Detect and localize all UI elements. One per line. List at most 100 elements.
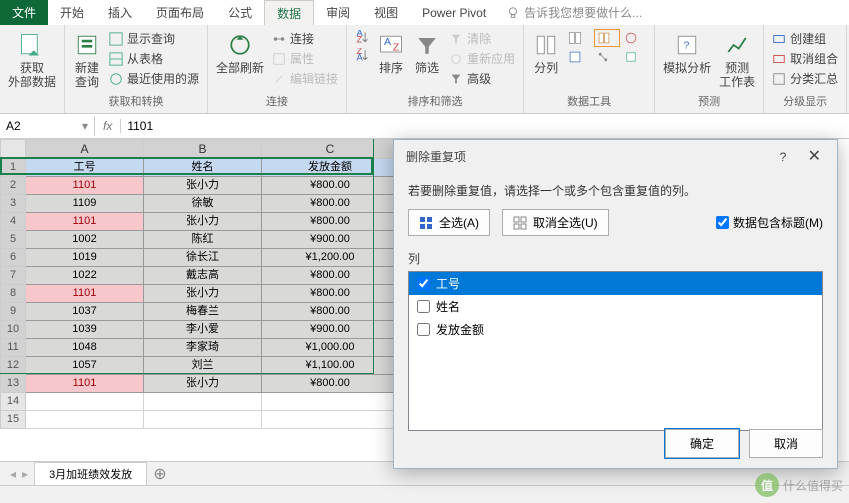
row-header[interactable]: 9: [0, 303, 26, 321]
tab-file[interactable]: 文件: [0, 0, 48, 25]
cell[interactable]: [26, 393, 144, 411]
name-box[interactable]: A2▾: [0, 116, 95, 136]
cell[interactable]: ¥900.00: [262, 321, 399, 339]
new-query-button[interactable]: 新建 查询: [71, 29, 103, 92]
data-validation-button[interactable]: [622, 29, 648, 47]
row-header[interactable]: 5: [0, 231, 26, 249]
whatif-button[interactable]: ?模拟分析: [661, 29, 713, 77]
from-table-button[interactable]: 从表格: [107, 49, 201, 68]
cell[interactable]: ¥1,200.00: [262, 249, 399, 267]
cell[interactable]: 李小爱: [144, 321, 262, 339]
edit-links-button[interactable]: 编辑链接: [270, 69, 340, 88]
row-header[interactable]: 12: [0, 357, 26, 375]
cell[interactable]: 1101: [26, 285, 144, 303]
select-all-corner[interactable]: [0, 139, 26, 159]
reapply-button[interactable]: 重新应用: [447, 49, 517, 68]
cell[interactable]: [262, 393, 399, 411]
header-cell[interactable]: 发放金额: [262, 159, 399, 177]
has-headers-checkbox[interactable]: 数据包含标题(M): [716, 214, 823, 231]
cell[interactable]: ¥900.00: [262, 231, 399, 249]
row-header[interactable]: 13: [0, 375, 26, 393]
new-sheet-icon[interactable]: ⊕: [153, 464, 166, 484]
sort-button[interactable]: AZ排序: [375, 29, 407, 77]
cell[interactable]: ¥800.00: [262, 267, 399, 285]
refresh-all-button[interactable]: 全部刷新: [214, 29, 266, 77]
cell[interactable]: ¥800.00: [262, 285, 399, 303]
unselect-all-button[interactable]: 取消全选(U): [502, 209, 609, 236]
cell[interactable]: 1039: [26, 321, 144, 339]
ungroup-button[interactable]: 取消组合: [770, 49, 840, 68]
cell[interactable]: 陈红: [144, 231, 262, 249]
row-header[interactable]: 4: [0, 213, 26, 231]
cell[interactable]: 张小力: [144, 375, 262, 393]
sort-asc-button[interactable]: AZ: [353, 29, 371, 45]
cell[interactable]: 戴志高: [144, 267, 262, 285]
cell[interactable]: ¥800.00: [262, 177, 399, 195]
column-header[interactable]: C: [262, 139, 399, 159]
row-header[interactable]: 3: [0, 195, 26, 213]
cell[interactable]: 1048: [26, 339, 144, 357]
tab-view[interactable]: 视图: [362, 0, 410, 25]
tab-prev-icon[interactable]: ◂: [10, 467, 16, 481]
tell-me[interactable]: 告诉我您想要做什么...: [506, 0, 642, 25]
cell[interactable]: 1019: [26, 249, 144, 267]
cell[interactable]: 李家琦: [144, 339, 262, 357]
cell[interactable]: 张小力: [144, 285, 262, 303]
tab-insert[interactable]: 插入: [96, 0, 144, 25]
row-header[interactable]: 8: [0, 285, 26, 303]
row-header[interactable]: 1: [0, 159, 26, 177]
text-to-columns-button[interactable]: 分列: [530, 29, 562, 77]
sort-desc-button[interactable]: ZA: [353, 47, 371, 63]
cell[interactable]: 张小力: [144, 177, 262, 195]
cell[interactable]: 1101: [26, 375, 144, 393]
consolidate-button[interactable]: [566, 49, 592, 65]
tab-powerpivot[interactable]: Power Pivot: [410, 0, 498, 25]
forecast-button[interactable]: 预测 工作表: [717, 29, 757, 92]
list-item[interactable]: 发放金额: [409, 318, 822, 341]
row-header[interactable]: 14: [0, 393, 26, 411]
column-header[interactable]: A: [26, 139, 144, 159]
cell[interactable]: ¥800.00: [262, 375, 399, 393]
get-external-data-button[interactable]: 获取 外部数据: [6, 29, 58, 92]
cell[interactable]: 1037: [26, 303, 144, 321]
recent-sources-button[interactable]: 最近使用的源: [107, 69, 201, 88]
sheet-tab[interactable]: 3月加班绩效发放: [34, 462, 147, 485]
cell[interactable]: [144, 393, 262, 411]
row-header[interactable]: 6: [0, 249, 26, 267]
row-header[interactable]: 2: [0, 177, 26, 195]
cancel-button[interactable]: 取消: [749, 429, 823, 458]
formula-input[interactable]: [121, 116, 849, 136]
cell[interactable]: [262, 411, 399, 429]
cell[interactable]: 徐长江: [144, 249, 262, 267]
help-icon[interactable]: ?: [770, 146, 797, 168]
cell[interactable]: 1101: [26, 177, 144, 195]
tab-layout[interactable]: 页面布局: [144, 0, 216, 25]
tab-formula[interactable]: 公式: [216, 0, 264, 25]
list-item[interactable]: 姓名: [409, 295, 822, 318]
tab-next-icon[interactable]: ▸: [22, 467, 28, 481]
relationships-button[interactable]: [594, 49, 620, 65]
column-header[interactable]: B: [144, 139, 262, 159]
cell[interactable]: 1109: [26, 195, 144, 213]
tab-data[interactable]: 数据: [264, 0, 314, 25]
advanced-filter-button[interactable]: 高级: [447, 69, 517, 88]
remove-duplicates-button[interactable]: [594, 29, 620, 47]
cell[interactable]: ¥800.00: [262, 195, 399, 213]
row-header[interactable]: 10: [0, 321, 26, 339]
cell[interactable]: 刘兰: [144, 357, 262, 375]
cell[interactable]: 1057: [26, 357, 144, 375]
cell[interactable]: ¥1,000.00: [262, 339, 399, 357]
cell[interactable]: 张小力: [144, 213, 262, 231]
header-cell[interactable]: 姓名: [144, 159, 262, 177]
clear-filter-button[interactable]: 清除: [447, 29, 517, 48]
tab-home[interactable]: 开始: [48, 0, 96, 25]
select-all-button[interactable]: 全选(A): [408, 209, 490, 236]
row-header[interactable]: 11: [0, 339, 26, 357]
cell[interactable]: [26, 411, 144, 429]
manage-data-model-button[interactable]: [622, 49, 648, 65]
cell[interactable]: ¥800.00: [262, 303, 399, 321]
tab-review[interactable]: 审阅: [314, 0, 362, 25]
cell[interactable]: 1022: [26, 267, 144, 285]
header-cell[interactable]: 工号: [26, 159, 144, 177]
cell[interactable]: 徐敏: [144, 195, 262, 213]
